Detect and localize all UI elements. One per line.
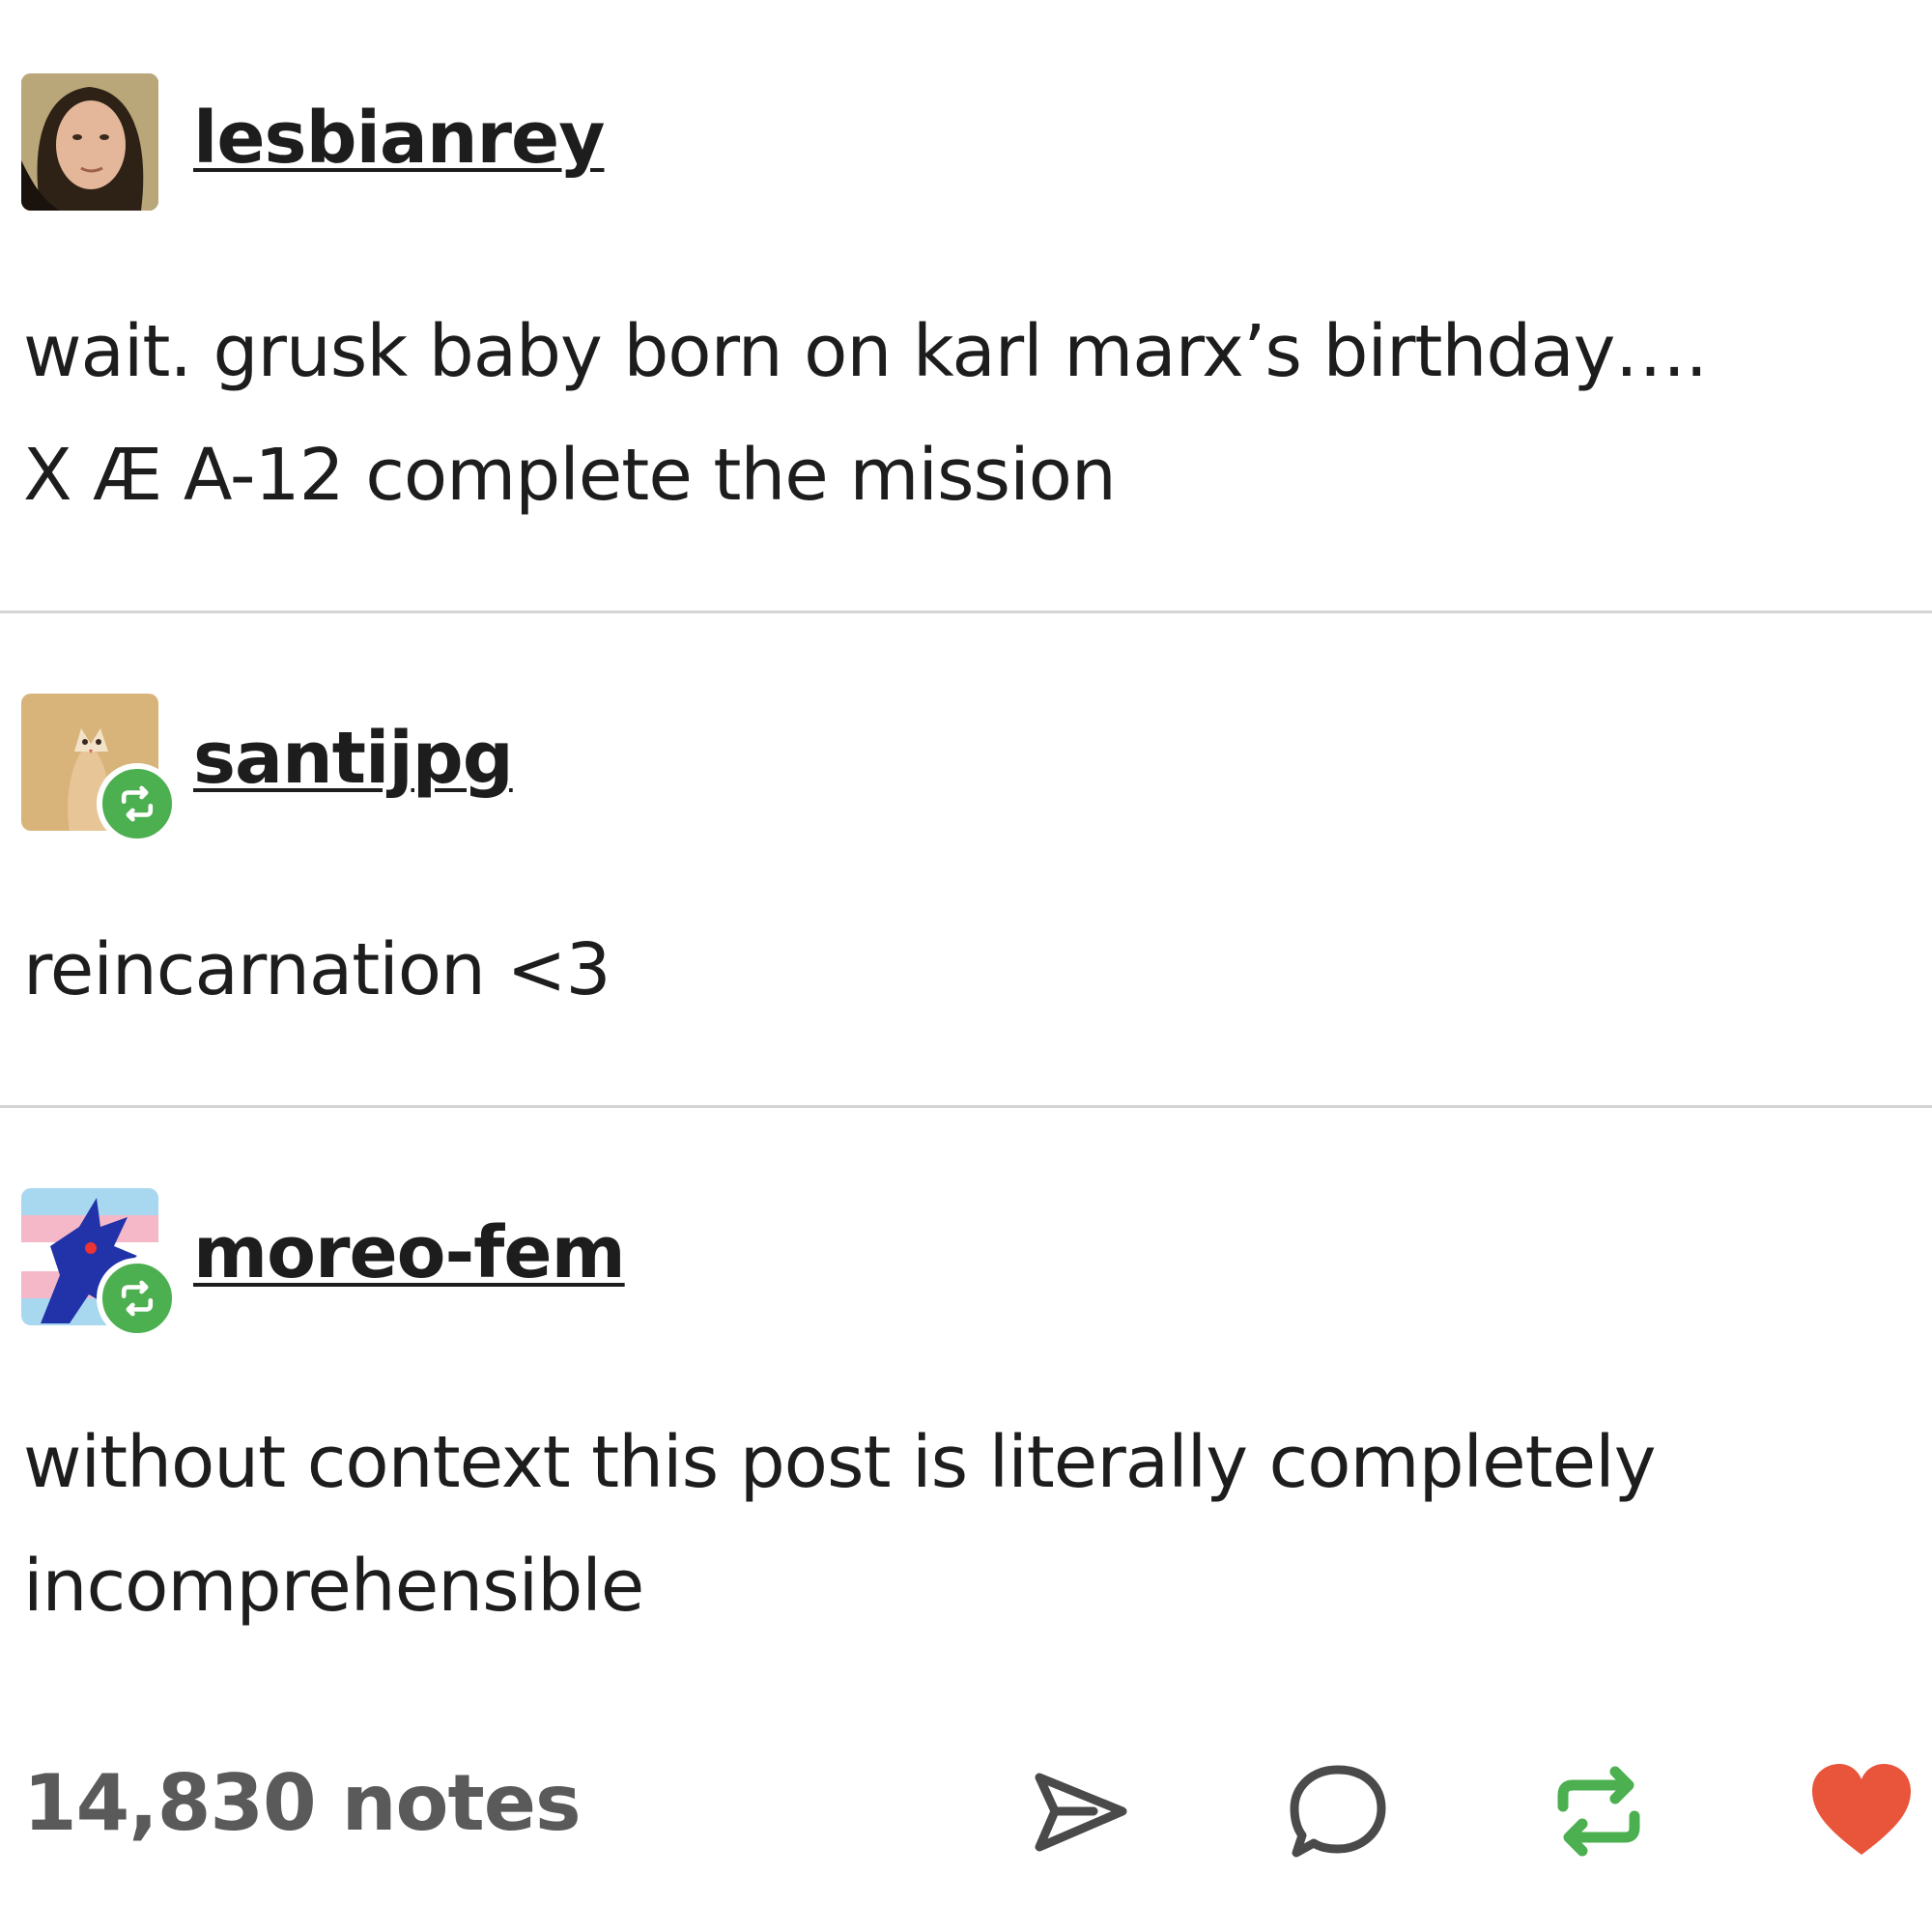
notes-count[interactable]: 14,830 notes (23, 1758, 582, 1848)
post-body-line: X Æ A-12 complete the mission (23, 434, 1117, 517)
reblog-icon (1557, 1766, 1640, 1857)
reply-icon (1290, 1765, 1386, 1858)
post-username[interactable]: lesbianrey (193, 97, 605, 180)
share-icon (1035, 1773, 1127, 1852)
post-body-line: incomprehensible (23, 1545, 644, 1628)
post-divider (0, 611, 1932, 613)
avatar-image (21, 73, 158, 211)
reblog-badge (97, 1258, 178, 1339)
post-body-line: wait. grusk baby born on karl marx’s bir… (23, 310, 1708, 393)
post-body-line: reincarnation <3 (23, 928, 611, 1011)
reblog-icon (121, 1280, 154, 1317)
reply-button[interactable] (1285, 1758, 1391, 1864)
post-username[interactable]: moreo-fem (193, 1211, 626, 1294)
post-username[interactable]: santijpg (193, 717, 514, 800)
post-body-line: without context this post is literally c… (23, 1421, 1657, 1504)
reblog-icon (121, 785, 154, 822)
post-divider (0, 1105, 1932, 1108)
avatar-lesbianrey[interactable] (21, 73, 158, 211)
reblog-button[interactable] (1546, 1758, 1652, 1864)
share-button[interactable] (1026, 1758, 1132, 1864)
reblog-badge (97, 763, 178, 844)
like-button[interactable] (1808, 1758, 1915, 1864)
like-icon (1812, 1764, 1911, 1855)
